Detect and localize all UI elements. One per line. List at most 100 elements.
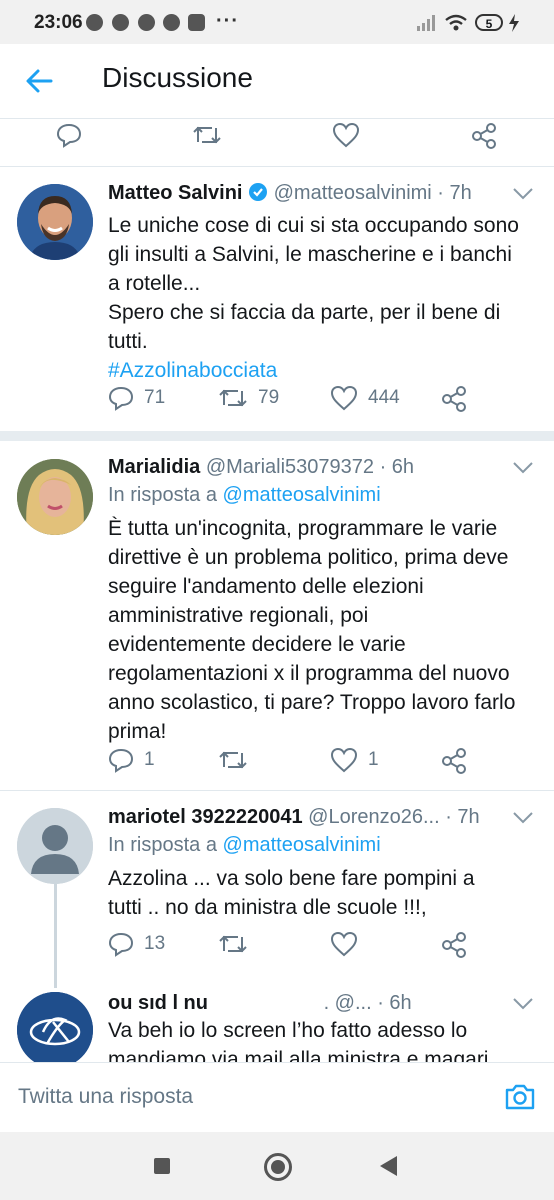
avatar-salvini — [17, 184, 93, 260]
replying-to: In risposta a @matteosalvinimi — [108, 834, 381, 857]
reply-button[interactable]: 13 — [108, 931, 165, 957]
main-tweet[interactable]: Matteo Salvini @matteosalvinimi · 7h Le … — [0, 167, 554, 431]
like-button[interactable]: 1 — [330, 747, 379, 773]
tweet-actions: 1 1 — [0, 747, 554, 787]
avatar[interactable] — [17, 808, 93, 884]
author-name[interactable]: mariotel 3922220041 — [108, 806, 303, 828]
author-name[interactable]: Matteo Salvini — [108, 182, 242, 204]
reply-icon — [108, 386, 134, 411]
reply-icon — [108, 932, 134, 957]
heart-icon — [330, 747, 358, 773]
text-line: È tutta un'incognita, programmare le var… — [108, 517, 498, 540]
share-icon — [472, 123, 496, 149]
telegram-icon — [138, 14, 155, 31]
mention-link[interactable]: @matteosalvinimi — [223, 834, 381, 856]
hashtag-link[interactable]: #Azzolinabocciata — [108, 356, 538, 385]
share-icon — [442, 932, 466, 958]
author-handle[interactable]: @matteosalvinimi — [274, 182, 432, 204]
heart-icon — [332, 122, 360, 148]
pinterest-icon — [163, 14, 180, 31]
camera-icon[interactable] — [504, 1082, 536, 1112]
chevron-down-icon[interactable] — [512, 187, 534, 201]
retweet-button[interactable] — [218, 747, 248, 773]
back-arrow-icon[interactable] — [24, 66, 54, 96]
replying-to-label: In risposta a — [108, 484, 217, 506]
author-name[interactable]: Marialidia — [108, 456, 200, 478]
reply-icon — [108, 748, 134, 773]
default-avatar-icon — [17, 808, 93, 884]
text-line: Spero che si faccia da parte, per il ben… — [108, 301, 501, 324]
retweet-count: 79 — [258, 387, 280, 408]
reply-count: 71 — [144, 387, 166, 408]
facebook-icon — [112, 14, 129, 31]
reply-button[interactable]: 1 — [108, 747, 155, 773]
section-separator — [0, 431, 554, 441]
author-handle[interactable]: @Mariali53079372 — [206, 456, 374, 478]
tweet-text: Va beh io lo screen l’ho fatto adesso lo… — [108, 1016, 538, 1062]
tweet-text: Azzolina ... va solo bene fare pompini a… — [108, 864, 538, 922]
text-line: direttive è un problema politico, prima … — [108, 546, 509, 569]
retweet-icon — [219, 935, 247, 953]
share-button[interactable] — [440, 385, 468, 413]
like-count: 444 — [368, 387, 400, 408]
text-line: seguire l'andamento delle elezioni — [108, 575, 424, 598]
reply-tweet[interactable]: mariotel 3922220041 @Lorenzo26... · 7h I… — [0, 791, 554, 987]
reply-compose-bar[interactable]: Twitta una risposta — [0, 1062, 554, 1133]
home-button[interactable] — [264, 1153, 292, 1181]
text-line: Va beh io lo screen l’ho fatto adesso lo — [108, 1019, 468, 1042]
share-icon — [442, 386, 466, 412]
chevron-down-icon[interactable] — [512, 461, 534, 475]
text-line: mandiamo via mail alla ministra e magari — [108, 1048, 489, 1062]
reply-tweet[interactable]: Marialidia @Mariali53079372 · 6h In risp… — [0, 441, 554, 789]
reply-button[interactable] — [56, 122, 82, 148]
retweet-icon — [219, 751, 247, 769]
reply-input[interactable]: Twitta una risposta — [18, 1085, 193, 1109]
charging-icon — [509, 14, 519, 32]
page-title: Discussione — [102, 62, 253, 93]
avatar-logo — [17, 992, 93, 1062]
like-button[interactable] — [332, 122, 360, 148]
text-line: Azzolina ... va solo bene fare pompini a — [108, 867, 475, 890]
recents-button[interactable] — [154, 1158, 170, 1174]
heart-icon — [330, 931, 358, 957]
tweet-time: · 7h — [445, 806, 480, 828]
text-line: tutti .. no da ministra dle scuole !!!, — [108, 896, 427, 919]
retweet-button[interactable]: 79 — [218, 385, 279, 411]
reply-tweet[interactable]: ou sıd l nu . @... · 6h Va beh io lo scr… — [0, 988, 554, 1062]
tweet-text: È tutta un'incognita, programmare le var… — [108, 514, 538, 746]
back-button[interactable] — [380, 1156, 397, 1176]
text-line: prima! — [108, 720, 167, 743]
share-button[interactable] — [440, 747, 468, 775]
replying-to: In risposta a @matteosalvinimi — [108, 484, 381, 507]
like-button[interactable] — [330, 931, 358, 957]
like-count: 1 — [368, 749, 379, 770]
share-button[interactable] — [470, 122, 498, 150]
mention-link[interactable]: @matteosalvinimi — [223, 484, 381, 506]
share-button[interactable] — [440, 931, 468, 959]
reply-count: 1 — [144, 749, 155, 770]
retweet-icon — [219, 389, 247, 407]
retweet-button[interactable] — [192, 122, 222, 148]
retweet-button[interactable] — [218, 931, 248, 957]
author-handle[interactable]: . @... — [324, 992, 372, 1014]
text-line: evidentemente decidere le varie — [108, 633, 406, 656]
chevron-down-icon[interactable] — [512, 811, 534, 825]
avatar[interactable] — [17, 459, 93, 535]
chevron-down-icon[interactable] — [512, 997, 534, 1011]
author-handle[interactable]: @Lorenzo26... — [308, 806, 440, 828]
status-time: 23:06 — [34, 12, 83, 33]
signal-icon — [417, 15, 435, 31]
reply-button[interactable]: 71 — [108, 385, 165, 411]
whatsapp-icon — [86, 14, 103, 31]
author-name[interactable]: ou sıd l nu — [108, 992, 208, 1014]
like-button[interactable]: 444 — [330, 385, 400, 411]
text-line: gli insulti a Salvini, le mascherine e i… — [108, 243, 512, 266]
thread-connector — [54, 884, 57, 988]
avatar[interactable] — [17, 184, 93, 260]
heart-icon — [330, 385, 358, 411]
battery-icon: 5 — [475, 14, 503, 31]
top-app-bar: Discussione — [0, 44, 554, 119]
text-line: anno scolastico, ti pare? Troppo lavoro … — [108, 691, 516, 714]
avatar[interactable] — [17, 992, 93, 1062]
avatar-marialidia — [17, 459, 93, 535]
